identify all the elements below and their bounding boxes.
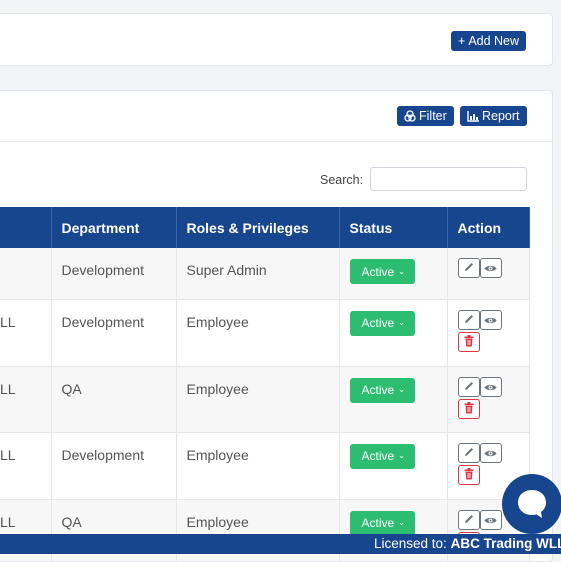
license-footer: Licensed to: ABC Trading WLL [0,534,561,554]
trash-icon [464,401,474,417]
employee-list-card: Filter Report Search: Department Roles &… [0,90,553,562]
table-row: Development Super Admin Active ⌄ [0,248,530,300]
bar-chart-icon [467,110,479,122]
status-cell: Active ⌄ [339,248,448,300]
license-company: ABC Trading WLL [450,536,561,551]
header-card: + Add New [0,13,553,66]
chevron-down-icon: ⌄ [398,518,405,527]
table-row: LL QA Employee Active ⌄ [0,366,530,433]
chevron-down-icon: ⌄ [398,451,405,460]
role-cell: Employee [176,366,340,433]
status-cell: Active ⌄ [339,366,448,433]
edit-button[interactable] [457,258,480,278]
status-dropdown-button[interactable]: Active ⌄ [349,377,415,403]
department-cell: Development [51,432,177,500]
column-header-status[interactable]: Status [339,207,448,248]
status-dropdown-button[interactable]: Active ⌄ [349,259,415,284]
chat-widget-button[interactable] [502,474,561,534]
card-divider [0,141,552,142]
filter-button[interactable]: Filter [397,106,454,126]
delete-button[interactable] [457,331,480,352]
pencil-icon [463,445,475,461]
eye-icon [484,379,497,395]
eye-icon [484,512,497,528]
action-cell [447,366,530,433]
view-button[interactable] [479,258,502,278]
column-header-action: Action [447,207,530,248]
delete-button[interactable] [457,464,480,485]
edit-button[interactable] [457,442,480,463]
action-cell [447,248,530,300]
employee-name-cell: LL [0,299,52,367]
chevron-down-icon: ⌄ [398,385,405,394]
pencil-icon [463,312,475,328]
table-row: LL Development Employee Active ⌄ [0,299,530,367]
employee-name-cell: LL [0,432,52,500]
chat-bubble-icon [518,490,546,518]
trash-icon [464,334,474,350]
role-cell: Employee [176,299,340,367]
pencil-icon [463,512,475,528]
report-button[interactable]: Report [460,106,527,126]
eye-icon [484,445,497,461]
employee-name-cell: LL [0,366,52,433]
trash-icon [464,467,474,483]
edit-button[interactable] [457,376,480,397]
edit-button[interactable] [457,309,480,330]
delete-button[interactable] [457,398,480,419]
eye-icon [484,260,497,276]
status-cell: Active ⌄ [339,299,448,367]
pencil-icon [463,260,475,276]
role-cell: Super Admin [176,248,340,300]
view-button[interactable] [479,442,502,463]
edit-button[interactable] [457,509,480,530]
status-cell: Active ⌄ [339,432,448,500]
role-cell: Employee [176,432,340,500]
employee-name-cell [0,248,52,300]
status-dropdown-button[interactable]: Active ⌄ [349,443,415,469]
department-cell: Development [51,248,177,300]
action-cell [447,299,530,367]
status-dropdown-button[interactable]: Active ⌄ [349,310,415,336]
search-input[interactable] [370,167,527,191]
pencil-icon [463,379,475,395]
column-header-name[interactable] [0,207,52,248]
view-button[interactable] [479,376,502,397]
department-cell: Development [51,299,177,367]
table-header-row: Department Roles & Privileges Status Act… [0,207,530,248]
column-header-roles[interactable]: Roles & Privileges [176,207,340,248]
table-row: LL Development Employee Active ⌄ [0,432,530,500]
column-header-department[interactable]: Department [51,207,177,248]
chevron-down-icon: ⌄ [398,318,405,327]
eye-icon [484,312,497,328]
view-button[interactable] [479,309,502,330]
plus-icon: + [458,34,466,48]
status-dropdown-button[interactable]: Active ⌄ [349,510,415,536]
filter-icon [404,110,416,122]
license-label: Licensed to: [374,536,447,551]
department-cell: QA [51,366,177,433]
employee-table: Department Roles & Privileges Status Act… [0,207,530,562]
add-new-button[interactable]: + Add New [451,31,527,51]
chevron-down-icon: ⌄ [398,266,405,276]
view-button[interactable] [479,509,502,530]
search-label: Search: [320,173,364,187]
